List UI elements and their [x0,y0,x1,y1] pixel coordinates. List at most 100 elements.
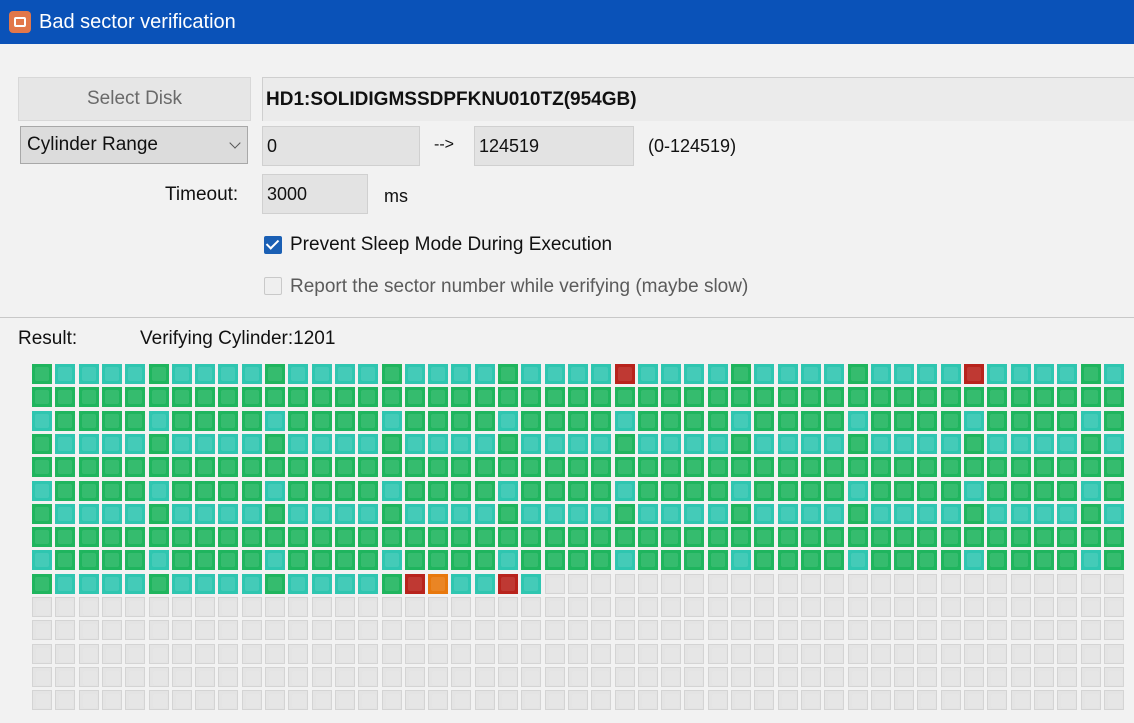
sector-block [334,620,355,641]
sector-block [1033,597,1054,617]
sector-block [754,364,775,384]
sector-block [684,643,705,664]
sector-block-grid [32,364,1134,723]
report-sector-checkbox[interactable] [264,277,282,295]
sector-block [125,364,146,384]
sector-block [1033,573,1054,594]
sector-block [381,503,402,524]
prevent-sleep-checkbox[interactable] [264,236,282,254]
sector-block [474,387,495,408]
sector-block [894,666,915,687]
sector-block [171,597,192,617]
sector-block [171,457,192,478]
sector-block [777,620,798,641]
sector-block [241,643,262,664]
sector-block [1057,550,1078,571]
sector-block [800,597,821,617]
sector-block [684,573,705,594]
sector-block [381,480,402,501]
sector-block [707,550,728,571]
sector-block [428,527,449,548]
sector-block [731,620,751,641]
sector-block [777,550,798,571]
sector-block [684,597,705,617]
range-mode-dropdown[interactable]: Cylinder Range [20,126,248,164]
sector-block [964,503,984,524]
sector-block [731,433,751,454]
sector-block [661,573,682,594]
sector-block [567,410,588,431]
sector-block [78,527,99,548]
sector-block [684,387,705,408]
sector-block [428,573,449,594]
sector-block [544,387,565,408]
sector-block [125,690,146,711]
range-hint: (0-124519) [648,136,737,156]
sector-block [894,550,915,571]
disk-field: HD1:SOLIDIGMSSDPFKNU010TZ(954GB) [262,77,1134,121]
sector-block [544,620,565,641]
sector-block [544,364,565,384]
sector-block [544,690,565,711]
sector-block [171,643,192,664]
sector-block [195,387,216,408]
select-disk-button[interactable]: Select Disk [18,77,251,121]
sector-block [358,597,379,617]
sector-block [940,387,961,408]
sector-block [521,364,542,384]
sector-block [917,620,938,641]
sector-block [358,527,379,548]
sector-block [334,364,355,384]
sector-block [241,666,262,687]
sector-block [218,527,239,548]
sector-block [1080,527,1101,548]
sector-block [521,410,542,431]
timeout-input[interactable]: 3000 [262,174,368,214]
sector-block [101,387,122,408]
sector-block [241,433,262,454]
sector-block [195,503,216,524]
sector-block [125,550,146,571]
sector-block [474,410,495,431]
sector-block [101,620,122,641]
sector-block [241,550,262,571]
sector-block [637,457,658,478]
sector-block [917,527,938,548]
sector-block [824,364,845,384]
sector-block [777,527,798,548]
sector-block [894,573,915,594]
sector-block [684,690,705,711]
sector-block [288,597,309,617]
sector-block [661,643,682,664]
sector-block [1010,573,1031,594]
range-arrow: --> [434,136,454,153]
sector-block [101,597,122,617]
sector-block [288,573,309,594]
sector-block [381,690,402,711]
sector-block [987,643,1008,664]
sector-block [731,527,751,548]
sector-block [544,433,565,454]
sector-block [195,480,216,501]
sector-block [428,410,449,431]
sector-block [218,597,239,617]
title-bar: Bad sector verification [0,0,1134,44]
range-end-input[interactable]: 124519 [474,126,634,166]
sector-block [614,573,635,594]
sector-block [334,550,355,571]
sector-block [847,597,868,617]
sector-block [544,643,565,664]
sector-block [731,503,751,524]
range-start-input[interactable]: 0 [262,126,420,166]
sector-block [451,503,472,524]
sector-block [265,550,285,571]
sector-block [55,457,76,478]
sector-block [707,457,728,478]
sector-block [591,643,612,664]
sector-block [218,573,239,594]
sector-block [637,690,658,711]
sector-block [894,387,915,408]
sector-block [288,550,309,571]
sector-block [101,503,122,524]
sector-block [1103,597,1124,617]
